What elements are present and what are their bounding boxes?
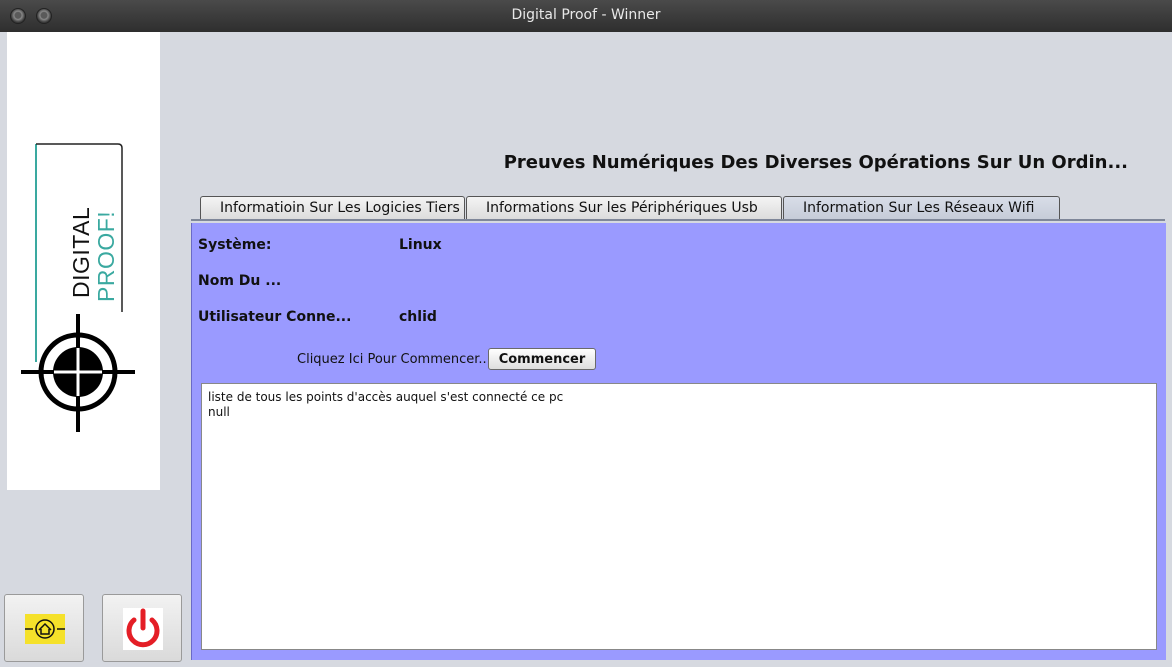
computer-name-label: Nom Du ... xyxy=(198,273,282,289)
logo-panel: DIGITAL PROOF! xyxy=(7,32,160,490)
wifi-info-panel: Système: Linux Nom Du ... Utilisateur Co… xyxy=(191,223,1166,660)
output-line: null xyxy=(208,405,230,419)
window-body: DIGITAL PROOF! Preuves Numériques Des Di… xyxy=(0,32,1172,666)
tab-usb-devices[interactable]: Informations Sur les Périphériques Usb xyxy=(466,196,782,219)
tab-wifi-networks[interactable]: Information Sur Les Réseaux Wifi xyxy=(783,196,1060,219)
tab-third-party-software[interactable]: Informatioin Sur Les Logicies Tiers xyxy=(200,196,465,219)
start-button[interactable]: Commencer xyxy=(488,348,596,370)
wifi-output-textarea[interactable]: liste de tous les points d'accès auquel … xyxy=(201,383,1157,650)
page-heading: Preuves Numériques Des Diverses Opératio… xyxy=(503,152,1128,173)
logo-text-digital: DIGITAL xyxy=(68,207,94,298)
system-value: Linux xyxy=(399,237,442,253)
tab-bar: Informatioin Sur Les Logicies Tiers Info… xyxy=(200,196,1061,220)
system-label: Système: xyxy=(198,237,272,253)
output-line: liste de tous les points d'accès auquel … xyxy=(208,390,564,404)
user-label: Utilisateur Conne... xyxy=(198,309,352,325)
digital-proof-logo: DIGITAL PROOF! xyxy=(21,143,135,432)
tab-underline xyxy=(191,219,1165,221)
user-value: chlid xyxy=(399,309,437,325)
window-titlebar: Digital Proof - Winner xyxy=(0,0,1172,32)
home-icon xyxy=(25,614,65,644)
crosshair-icon xyxy=(21,314,135,432)
home-button[interactable] xyxy=(4,594,84,662)
window-title: Digital Proof - Winner xyxy=(511,7,661,23)
logo-text-proof: PROOF! xyxy=(93,211,119,302)
power-button[interactable] xyxy=(102,594,182,662)
start-prompt: Cliquez Ici Pour Commencer... xyxy=(297,352,491,367)
power-icon xyxy=(123,608,163,650)
